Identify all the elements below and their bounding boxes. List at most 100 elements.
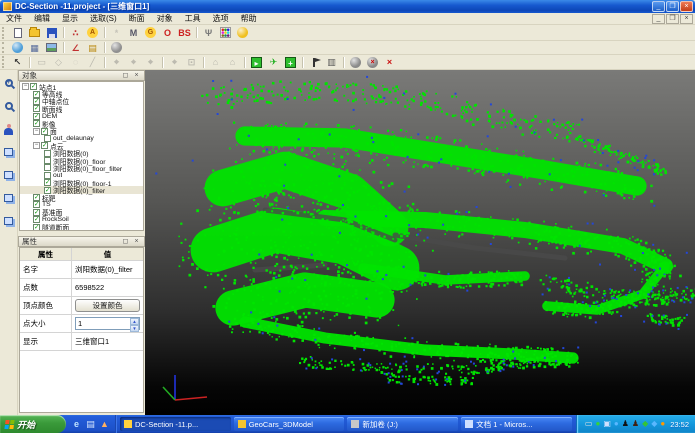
circle-a-icon[interactable]: A xyxy=(84,26,101,40)
start-button[interactable]: 开始 xyxy=(0,415,66,433)
tree-item-中轴点位[interactable]: ✓中轴点位 xyxy=(20,98,143,105)
new-file-icon[interactable] xyxy=(9,26,26,40)
qq-penguin-icon[interactable]: ♟ xyxy=(622,419,629,429)
green-box-icon[interactable]: + xyxy=(282,55,299,69)
tree-expander-icon[interactable]: − xyxy=(22,83,29,90)
window-cascade-icon[interactable] xyxy=(2,145,16,159)
ime-icon[interactable]: ▣ xyxy=(603,419,611,429)
window-new-icon[interactable] xyxy=(2,191,16,205)
globe-icon[interactable] xyxy=(9,41,26,55)
tree-checkbox[interactable] xyxy=(44,150,51,157)
tree-item-影像[interactable]: ✓影像 xyxy=(20,120,143,127)
menu-item-选项[interactable]: 选项 xyxy=(207,13,235,24)
tree-item-TS[interactable]: ✓TS xyxy=(20,201,143,208)
tree-checkbox[interactable]: ✓ xyxy=(33,194,40,201)
tree-expander-icon[interactable]: − xyxy=(33,128,40,135)
delete-icon[interactable]: ▥ xyxy=(323,55,340,69)
circle-o-icon[interactable]: O xyxy=(159,26,176,40)
tree-item-基准面[interactable]: ✓基准面 xyxy=(20,209,143,216)
tree-checkbox[interactable]: ✓ xyxy=(41,128,48,135)
qq-penguin2-icon[interactable]: ♟ xyxy=(632,419,639,429)
menu-item-编辑[interactable]: 编辑 xyxy=(28,13,56,24)
tree-checkbox[interactable] xyxy=(44,157,51,164)
tree-item-RockSoil[interactable]: ✓RockSoil xyxy=(20,216,143,223)
menu-item-断面[interactable]: 断面 xyxy=(123,13,151,24)
tree-checkbox[interactable] xyxy=(44,172,51,179)
flag-icon[interactable] xyxy=(306,55,323,69)
sphere-delete-icon[interactable]: × xyxy=(364,55,381,69)
minimize-button[interactable]: _ xyxy=(652,1,665,12)
menu-item-显示[interactable]: 显示 xyxy=(56,13,84,24)
panel-close-icon[interactable]: × xyxy=(132,71,141,80)
zoom-out-icon[interactable] xyxy=(2,99,16,113)
tree-item-站点1[interactable]: −✓站点1 xyxy=(20,83,143,90)
3d-viewport[interactable] xyxy=(145,70,695,415)
sphere-small-icon[interactable] xyxy=(347,55,364,69)
spin-up-icon[interactable]: ▲ xyxy=(130,318,139,325)
tree-checkbox[interactable]: ✓ xyxy=(33,216,40,223)
tree-item-面[interactable]: −✓面 xyxy=(20,127,143,134)
panel-float-icon[interactable]: ◻ xyxy=(121,71,130,80)
tree-checkbox[interactable]: ✓ xyxy=(30,83,37,90)
antenna-icon[interactable]: Ψ xyxy=(200,26,217,40)
menu-item-对象[interactable]: 对象 xyxy=(151,13,179,24)
points-pair-icon[interactable]: ∴ xyxy=(67,26,84,40)
menu-item-工具[interactable]: 工具 xyxy=(179,13,207,24)
set-color-button[interactable]: 设置颜色 xyxy=(75,299,140,312)
window-arrange-icon[interactable] xyxy=(2,214,16,228)
mdi-minimize-button[interactable]: _ xyxy=(652,14,665,24)
printer-icon[interactable]: ▭ xyxy=(585,419,593,429)
restore-button[interactable]: ❐ xyxy=(666,1,679,12)
tree-checkbox[interactable]: ✓ xyxy=(33,105,40,112)
select-cursor-icon[interactable]: ↖ xyxy=(9,55,26,69)
show-desktop-icon[interactable]: ▤ xyxy=(85,419,96,430)
tree-checkbox[interactable]: ✓ xyxy=(44,179,51,186)
delete-x-icon[interactable]: × xyxy=(381,55,398,69)
task-dc-section[interactable]: DC-Section -11.p... xyxy=(120,417,231,431)
blue-dot-icon[interactable]: ● xyxy=(614,419,619,429)
tree-item-out_delaunay[interactable]: out_delaunay xyxy=(20,135,143,142)
task-word-doc[interactable]: 文档 1 - Micros... xyxy=(461,417,572,431)
media-player-icon[interactable]: ▲ xyxy=(99,419,110,430)
mdi-restore-button[interactable]: ❐ xyxy=(666,14,679,24)
tree-checkbox[interactable]: ✓ xyxy=(33,98,40,105)
grid-icon[interactable]: ▦ xyxy=(26,41,43,55)
user-icon[interactable] xyxy=(2,122,16,136)
image-icon[interactable] xyxy=(43,41,60,55)
window-tile-icon[interactable] xyxy=(2,168,16,182)
tree-item-浏阳数据(0)_filter[interactable]: ✓浏阳数据(0)_filter xyxy=(20,186,143,193)
tree-checkbox[interactable]: ✓ xyxy=(33,113,40,120)
chart-icon[interactable]: ∠ xyxy=(67,41,84,55)
spin-down-icon[interactable]: ▼ xyxy=(130,325,139,332)
color-grid-icon[interactable] xyxy=(217,26,234,40)
save-icon[interactable] xyxy=(43,26,60,40)
tree-checkbox[interactable]: ✓ xyxy=(41,142,48,149)
tree-item-DEM[interactable]: ✓DEM xyxy=(20,113,143,120)
mdi-close-button[interactable]: × xyxy=(680,14,693,24)
open-folder-icon[interactable] xyxy=(26,26,43,40)
tree-checkbox[interactable]: ✓ xyxy=(33,91,40,98)
panel-close-icon[interactable]: × xyxy=(132,237,141,246)
tree-checkbox[interactable]: ✓ xyxy=(33,201,40,208)
circle-g-icon[interactable]: G xyxy=(142,26,159,40)
green-dot-icon[interactable]: ● xyxy=(595,419,600,429)
menu-item-文件[interactable]: 文件 xyxy=(0,13,28,24)
orange-ball-icon[interactable]: ● xyxy=(660,419,665,429)
bs-tool-icon[interactable]: BS xyxy=(176,26,193,40)
panel-float-icon[interactable]: ◻ xyxy=(121,237,130,246)
point-size-stepper[interactable]: 1 ▲ ▼ xyxy=(75,317,140,330)
task-volume-j[interactable]: 新加卷 (J:) xyxy=(347,417,458,431)
shield-green-icon[interactable]: ◆ xyxy=(642,419,648,429)
close-button[interactable]: × xyxy=(680,1,693,12)
tree-item-断面线[interactable]: ✓断面线 xyxy=(20,105,143,112)
tree-checkbox[interactable]: ✓ xyxy=(33,120,40,127)
green-plane-icon[interactable]: ✈ xyxy=(265,55,282,69)
green-mark-icon[interactable]: ▸ xyxy=(248,55,265,69)
ruler-icon[interactable]: ▤ xyxy=(84,41,101,55)
shield-blue-icon[interactable]: ◆ xyxy=(651,419,657,429)
tree-item-浏阳数据(0)_floor_filter[interactable]: 浏阳数据(0)_floor_filter xyxy=(20,164,143,171)
tree-checkbox[interactable] xyxy=(44,164,51,171)
sphere-icon[interactable] xyxy=(108,41,125,55)
menu-item-选取S[interactable]: 选取(S) xyxy=(84,13,123,24)
tree-checkbox[interactable]: ✓ xyxy=(33,209,40,216)
